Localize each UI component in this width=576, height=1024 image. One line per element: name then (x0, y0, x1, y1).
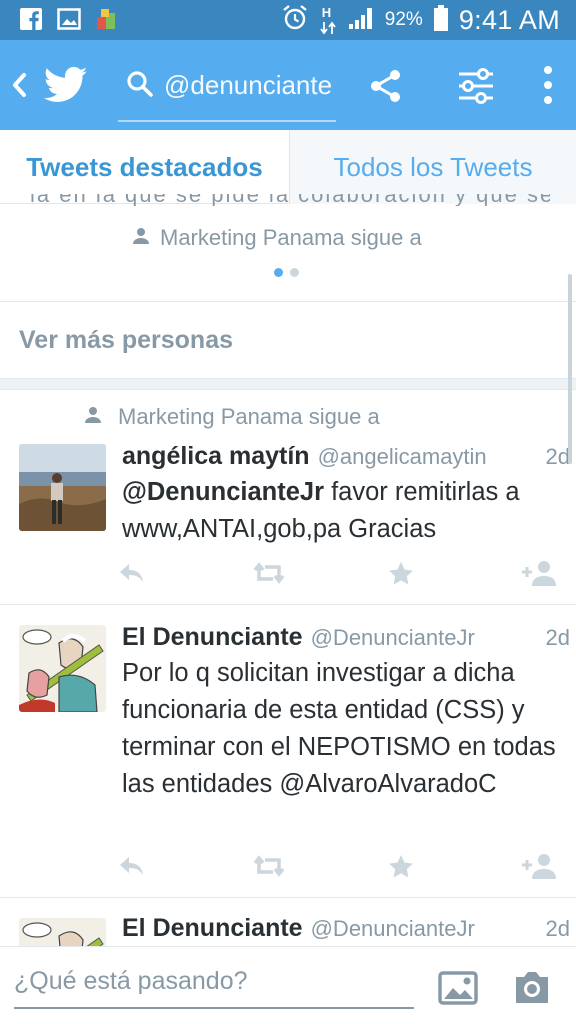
tweet-author-handle[interactable]: @angelicamaytin (318, 444, 487, 470)
tweet-context-text: Marketing Panama sigue a (118, 404, 380, 429)
share-icon[interactable] (368, 68, 404, 104)
favorite-icon[interactable] (388, 558, 418, 588)
battery-percent: 92% (384, 9, 423, 30)
alarm-icon (281, 4, 309, 37)
favorite-icon[interactable] (388, 851, 418, 881)
tweet-time: 2d (545, 916, 570, 941)
carousel-cut-text: la en la que se pide la colaboración y q… (30, 194, 550, 206)
more-icon[interactable] (540, 64, 556, 106)
tweet-author-name[interactable]: El Denunciante (122, 623, 303, 652)
tweet-item[interactable]: El Denunciante @DenuncianteJr 2d (0, 898, 576, 946)
data-arrows-icon: H (319, 4, 337, 36)
facebook-icon (18, 6, 44, 32)
signal-icon (347, 5, 375, 36)
tweet-author-handle[interactable]: @DenuncianteJr (311, 625, 475, 651)
system-status: H 92% 9:41 AM (281, 0, 560, 40)
compose-bar: ¿Qué está pasando? (0, 946, 576, 1024)
tweet-context: Marketing Panama sigue a (84, 404, 380, 430)
avatar[interactable] (19, 444, 106, 531)
pager-dot-active[interactable] (274, 268, 283, 277)
tweet-text: @DenuncianteJr favor remitirlas a www,AN… (122, 474, 562, 548)
carousel-context-text: Marketing Panama sigue a (160, 225, 422, 250)
person-icon (132, 225, 150, 251)
follow-icon[interactable] (520, 851, 560, 881)
pager-dot[interactable] (290, 268, 299, 277)
scrollbar[interactable] (568, 274, 572, 464)
tab-tweets-destacados[interactable]: Tweets destacados (0, 130, 289, 204)
twitter-search-screen: H 92% 9:41 AM @denunciante Tweets destac… (0, 0, 576, 1024)
gallery-icon (56, 6, 82, 32)
search-input-value[interactable]: @denunciante (164, 70, 334, 101)
tab-todos-los-tweets[interactable]: Todos los Tweets (289, 130, 576, 204)
notification-icons (18, 6, 120, 32)
tweet-actions (118, 851, 564, 881)
status-bar: H 92% 9:41 AM (0, 0, 576, 40)
tweet-time: 2d (545, 444, 570, 469)
app-icon (94, 6, 120, 32)
tweet-header: El Denunciante @DenuncianteJr (122, 914, 562, 943)
see-more-people-link[interactable]: Ver más personas (19, 326, 233, 355)
retweet-icon[interactable] (252, 558, 288, 588)
image-icon[interactable] (438, 971, 478, 1005)
camera-icon[interactable] (512, 969, 552, 1005)
carousel-partial-text: la en la que se pide la colaboración y q… (30, 194, 550, 206)
reply-icon[interactable] (118, 851, 150, 881)
tweet-item[interactable]: Marketing Panama sigue a angélica maytín… (0, 390, 576, 604)
avatar[interactable] (19, 918, 106, 946)
person-icon (84, 404, 102, 430)
tab-bar: Tweets destacados Todos los Tweets (0, 130, 576, 204)
app-bar: @denunciante (0, 40, 576, 130)
tweet-time: 2d (545, 625, 570, 650)
tweet-mention[interactable]: @DenuncianteJr (122, 478, 324, 506)
carousel-pager (274, 268, 299, 277)
clock: 9:41 AM (458, 4, 560, 35)
tweet-author-name[interactable]: angélica maytín (122, 442, 310, 471)
twitter-bird-icon[interactable] (43, 66, 88, 104)
divider (0, 301, 576, 302)
back-icon[interactable] (8, 68, 32, 102)
tweet-text: Por lo q solicitan investigar a dicha fu… (122, 659, 556, 798)
tweet-author-name[interactable]: El Denunciante (122, 914, 303, 943)
filter-icon[interactable] (456, 68, 496, 104)
section-divider (0, 378, 576, 390)
tweet-item[interactable]: El Denunciante @DenuncianteJr 2d Por lo … (0, 605, 576, 897)
avatar[interactable] (19, 625, 106, 712)
network-type-text: H (321, 5, 332, 20)
search-field[interactable]: @denunciante (118, 62, 336, 122)
retweet-icon[interactable] (252, 851, 288, 881)
tweet-header: angélica maytín @angelicamaytin (122, 442, 562, 471)
battery-icon (433, 4, 449, 37)
carousel-context: Marketing Panama sigue a (132, 224, 422, 252)
search-icon (126, 70, 154, 98)
compose-input[interactable]: ¿Qué está pasando? (14, 963, 414, 1009)
follow-icon[interactable] (520, 558, 560, 588)
tweet-actions (118, 558, 564, 588)
tweet-author-handle[interactable]: @DenuncianteJr (311, 916, 475, 942)
tweet-header: El Denunciante @DenuncianteJr (122, 623, 562, 652)
reply-icon[interactable] (118, 558, 150, 588)
